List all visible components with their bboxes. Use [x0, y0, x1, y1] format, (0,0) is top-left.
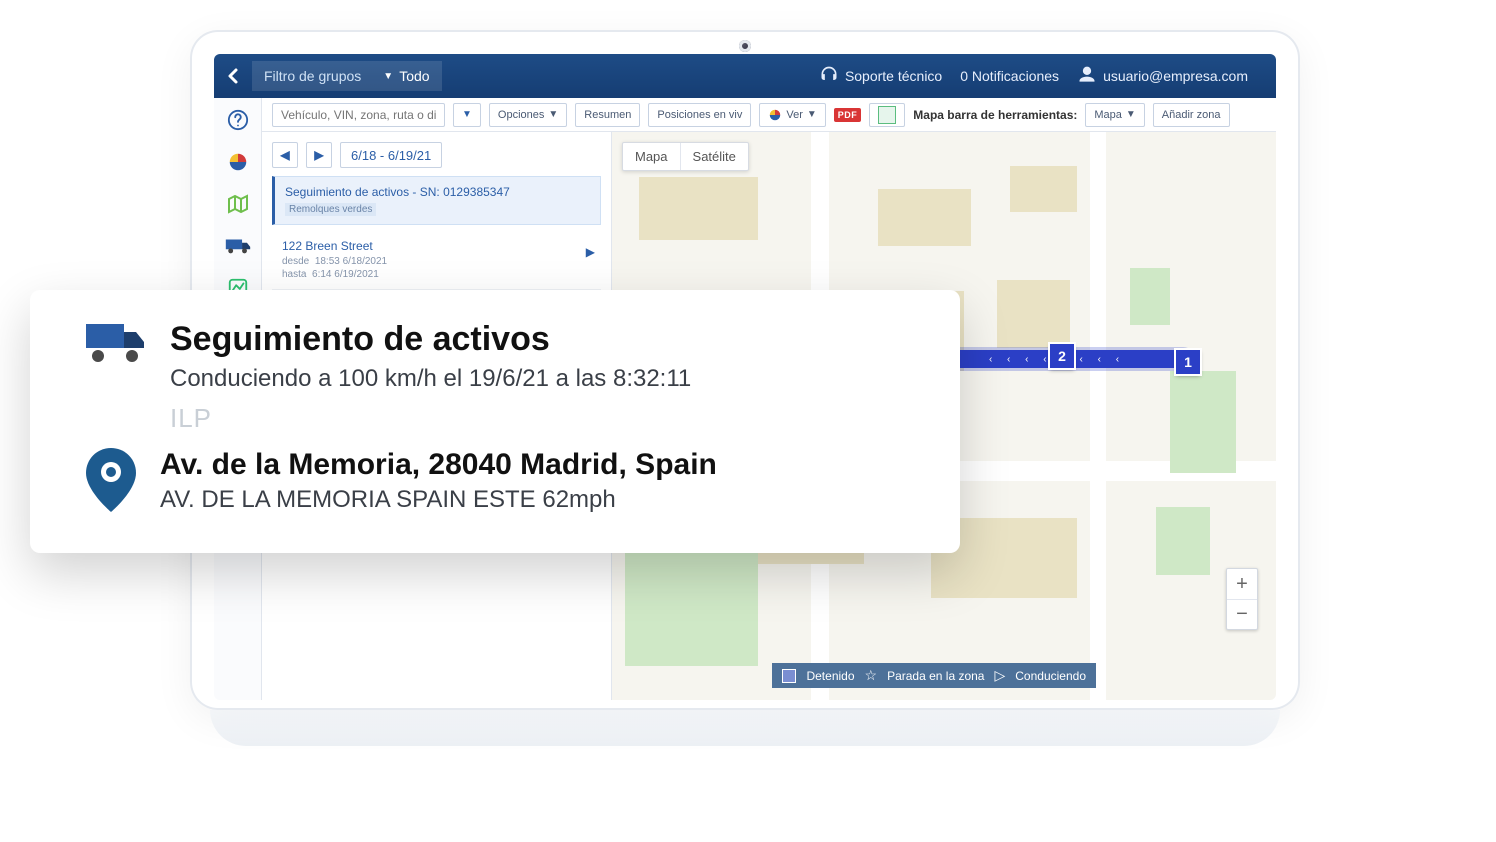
stop-card[interactable]: 122 Breen Street desde 18:53 6/18/2021 h…	[272, 231, 601, 290]
group-filter[interactable]: Filtro de grupos ▼ Todo	[252, 61, 442, 91]
dashboard-icon[interactable]	[224, 148, 252, 176]
date-range-text: 6/18 - 6/19/21	[351, 148, 431, 163]
search-dropdown[interactable]: ▼	[453, 103, 481, 127]
zoom-in-button[interactable]: +	[1227, 569, 1257, 599]
live-positions-button[interactable]: Posiciones en viv	[648, 103, 751, 127]
summary-label: Resumen	[584, 109, 631, 121]
add-zone-button[interactable]: Añadir zona	[1153, 103, 1230, 127]
topbar: Filtro de grupos ▼ Todo Soporte técnico 0…	[214, 54, 1276, 98]
popup-code: ILP	[170, 403, 691, 434]
date-next-button[interactable]: ▶	[306, 142, 332, 168]
date-prev-button[interactable]: ◀	[272, 142, 298, 168]
legend-square-icon	[782, 669, 796, 683]
map-toolbar-label: Mapa barra de herramientas:	[913, 108, 1077, 122]
legend-play-icon: ▷	[994, 667, 1005, 684]
pin-icon	[84, 448, 138, 517]
add-zone-label: Añadir zona	[1162, 109, 1221, 121]
pdf-export-button[interactable]: PDF	[834, 103, 862, 127]
legend-star-icon: ☆	[865, 667, 878, 684]
asset-title: Seguimiento de activos - SN: 0129385347	[285, 185, 590, 199]
map-style-label: Mapa	[1094, 109, 1122, 121]
live-positions-label: Posiciones en viv	[657, 109, 742, 121]
map-type-switch: Mapa Satélite	[622, 142, 749, 171]
zone-square-icon	[878, 106, 896, 124]
truck-icon	[84, 320, 148, 369]
popup-address: Av. de la Memoria, 28040 Madrid, Spain	[160, 448, 717, 482]
asset-group: Remolques verdes	[285, 203, 376, 216]
view-label: Ver	[786, 109, 803, 121]
headset-icon	[819, 65, 839, 88]
expand-icon: ▶	[586, 245, 595, 259]
user-email: usuario@empresa.com	[1103, 68, 1248, 84]
map-type-map[interactable]: Mapa	[623, 143, 680, 170]
date-range-chip[interactable]: 6/18 - 6/19/21	[340, 142, 442, 168]
main-toolbar: ▼ Opciones ▼ Resumen Posiciones en viv V…	[262, 98, 1276, 132]
search-input[interactable]	[272, 103, 445, 127]
laptop-base	[210, 710, 1280, 746]
notifications-label: 0 Notificaciones	[960, 68, 1059, 84]
legend-zone-stop: Parada en la zona	[887, 669, 984, 683]
group-filter-label: Filtro de grupos	[264, 68, 361, 84]
popup-status: Conduciendo a 100 km/h el 19/6/21 a las …	[170, 365, 691, 393]
dropdown-icon: ▼	[383, 71, 393, 82]
support-label: Soporte técnico	[845, 68, 942, 84]
asset-card[interactable]: Seguimiento de activos - SN: 0129385347 …	[272, 176, 601, 225]
user-menu[interactable]: usuario@empresa.com	[1077, 65, 1248, 88]
tooltip-card: Seguimiento de activos Conduciendo a 100…	[30, 290, 960, 553]
options-label: Opciones	[498, 109, 544, 121]
route-marker-1[interactable]: 1	[1176, 350, 1200, 374]
back-button[interactable]	[214, 54, 252, 98]
legend-stopped: Detenido	[806, 669, 854, 683]
map-style-dropdown[interactable]: Mapa ▼	[1085, 103, 1144, 127]
user-icon	[1077, 65, 1097, 88]
stop-address: 122 Breen Street	[282, 239, 591, 253]
help-icon[interactable]	[224, 106, 252, 134]
zone-toggle-button[interactable]	[869, 103, 905, 127]
map-type-satellite[interactable]: Satélite	[681, 143, 748, 170]
popup-heading: Seguimiento de activos	[170, 320, 691, 359]
zoom-out-button[interactable]: −	[1227, 599, 1257, 629]
notifications-link[interactable]: 0 Notificaciones	[960, 68, 1059, 84]
route-marker-2[interactable]: 2	[1050, 344, 1074, 368]
pdf-badge: PDF	[834, 108, 862, 122]
options-dropdown[interactable]: Opciones ▼	[489, 103, 567, 127]
summary-button[interactable]: Resumen	[575, 103, 640, 127]
date-selector: ◀ ▶ 6/18 - 6/19/21	[262, 132, 611, 176]
group-filter-all: Todo	[399, 68, 429, 84]
camera-dot	[739, 40, 751, 52]
view-dropdown[interactable]: Ver ▼	[759, 103, 825, 127]
zoom-control: + −	[1226, 568, 1258, 630]
map-icon[interactable]	[224, 190, 252, 218]
support-link[interactable]: Soporte técnico	[819, 65, 942, 88]
legend-driving: Conduciendo	[1015, 669, 1086, 683]
fleet-icon[interactable]	[224, 232, 252, 260]
popup-address-sub: AV. DE LA MEMORIA SPAIN ESTE 62mph	[160, 486, 717, 514]
map-legend: Detenido ☆ Parada en la zona ▷ Conducien…	[772, 663, 1096, 688]
